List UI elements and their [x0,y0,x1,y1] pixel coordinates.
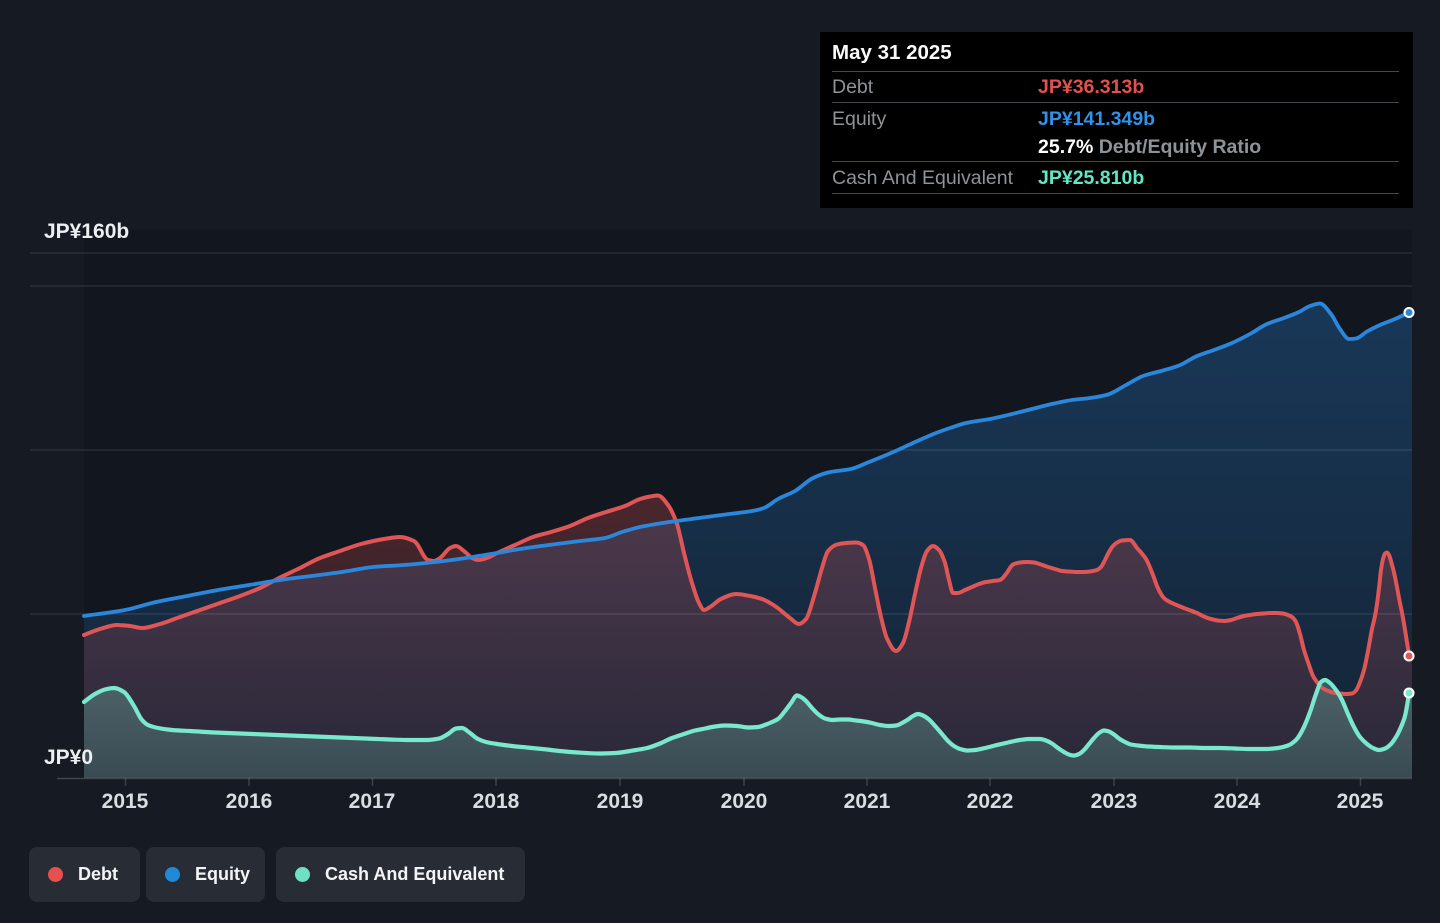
svg-text:2015: 2015 [102,790,149,813]
svg-text:2025: 2025 [1337,790,1384,813]
svg-text:2021: 2021 [844,790,891,813]
svg-text:2023: 2023 [1091,790,1138,813]
svg-text:JP¥0: JP¥0 [44,746,93,769]
svg-text:JP¥160b: JP¥160b [44,220,129,243]
svg-text:2019: 2019 [597,790,644,813]
svg-text:2024: 2024 [1214,790,1261,813]
svg-text:2020: 2020 [721,790,768,813]
svg-text:2018: 2018 [473,790,520,813]
svg-text:2017: 2017 [349,790,396,813]
svg-text:2016: 2016 [226,790,273,813]
svg-text:2022: 2022 [967,790,1014,813]
